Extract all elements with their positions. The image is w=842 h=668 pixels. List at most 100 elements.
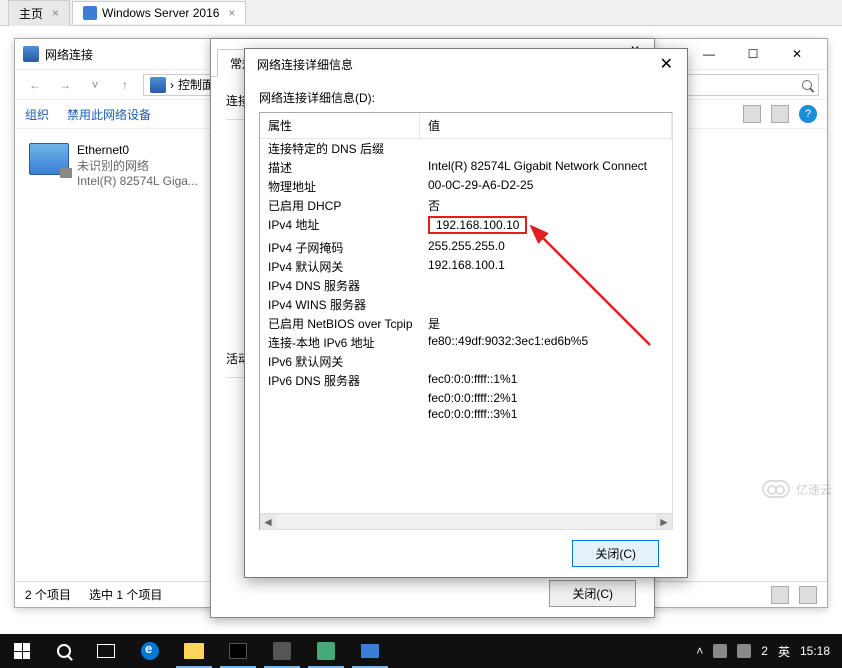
nav-history[interactable]: ˅	[83, 73, 107, 97]
adapter-status: 未识别的网络	[77, 159, 198, 175]
property-cell: 已启用 NetBIOS over Tcpip	[260, 315, 420, 332]
table-row[interactable]: IPv4 默认网关 192.168.100.1	[260, 257, 672, 276]
view-options-icon[interactable]	[743, 105, 761, 123]
edge-icon	[141, 642, 159, 660]
watermark-icon	[762, 480, 790, 498]
ime-indicator[interactable]: 2	[761, 644, 768, 658]
property-cell	[260, 391, 420, 405]
ime-language[interactable]: 英	[778, 643, 790, 660]
cmd-icon	[229, 643, 247, 659]
value-cell: 192.168.100.1	[428, 258, 505, 272]
clock[interactable]: 15:18	[800, 644, 830, 658]
value-cell: 192.168.100.10	[428, 216, 527, 234]
task-view-button[interactable]	[84, 634, 128, 668]
property-cell: IPv6 默认网关	[260, 353, 420, 370]
property-cell: IPv6 DNS 服务器	[260, 372, 420, 389]
details-view-icon[interactable]	[771, 586, 789, 604]
network-icon	[361, 644, 379, 658]
status-item-count: 2 个项目	[25, 586, 71, 603]
adapter-device: Intel(R) 82574L Giga...	[77, 174, 198, 190]
value-cell: fec0:0:0:ffff::2%1	[428, 391, 517, 405]
close-icon[interactable]: ×	[228, 6, 235, 20]
taskbar-server-manager[interactable]	[260, 634, 304, 668]
tab-home[interactable]: 主页 ×	[8, 0, 70, 26]
table-row[interactable]: fec0:0:0:ffff::3%1	[260, 406, 672, 422]
tray-icon[interactable]	[713, 644, 727, 658]
taskbar-edge[interactable]	[128, 634, 172, 668]
taskbar: ˄ 2 英 15:18	[0, 634, 842, 668]
windows-icon	[14, 643, 30, 659]
folder-icon	[184, 643, 204, 659]
icons-view-icon[interactable]	[799, 586, 817, 604]
close-button[interactable]: ✕	[775, 40, 819, 68]
tab-windows-server[interactable]: Windows Server 2016 ×	[72, 1, 246, 24]
value-cell: fec0:0:0:ffff::1%1	[428, 372, 517, 386]
table-row[interactable]: 描述 Intel(R) 82574L Gigabit Network Connec…	[260, 158, 672, 177]
table-row[interactable]: 物理地址00-0C-29-A6-D2-25	[260, 177, 672, 196]
window-title: 网络连接	[45, 46, 93, 63]
start-button[interactable]	[0, 634, 44, 668]
table-row[interactable]: 连接特定的 DNS 后缀	[260, 139, 672, 158]
value-cell: fe80::49df:9032:3ec1:ed6b%5	[428, 334, 588, 348]
property-cell: IPv4 DNS 服务器	[260, 277, 420, 294]
table-row[interactable]: 已启用 DHCP否	[260, 196, 672, 215]
scroll-left-icon[interactable]: ◄	[260, 514, 276, 530]
column-header-property[interactable]: 属性	[260, 113, 420, 138]
value-cell: 是	[428, 317, 440, 331]
app-tabs: 主页 × Windows Server 2016 ×	[0, 0, 842, 26]
close-button[interactable]: ✕	[652, 52, 681, 76]
network-tray-icon[interactable]	[737, 644, 751, 658]
property-cell: IPv4 默认网关	[260, 258, 420, 275]
dialog-title: 网络连接详细信息	[257, 56, 353, 73]
table-row[interactable]: fec0:0:0:ffff::2%1	[260, 390, 672, 406]
taskbar-network[interactable]	[348, 634, 392, 668]
help-icon[interactable]: ?	[799, 105, 817, 123]
close-button[interactable]: 关闭(C)	[572, 540, 659, 567]
table-row[interactable]: IPv4 地址 192.168.100.10	[260, 215, 672, 238]
adapter-icon	[29, 143, 69, 175]
nav-up[interactable]: ↑	[113, 73, 137, 97]
network-icon	[23, 46, 39, 62]
horizontal-scrollbar[interactable]: ◄ ►	[260, 513, 672, 529]
maximize-button[interactable]: ☐	[731, 40, 775, 68]
taskbar-app[interactable]	[304, 634, 348, 668]
close-button[interactable]: 关闭(C)	[549, 580, 636, 607]
preview-pane-icon[interactable]	[771, 105, 789, 123]
watermark: 亿速云	[762, 480, 832, 498]
property-cell: IPv4 子网掩码	[260, 239, 420, 256]
property-cell: 连接特定的 DNS 后缀	[260, 140, 420, 157]
network-icon	[150, 77, 166, 93]
table-row[interactable]: IPv4 WINS 服务器	[260, 295, 672, 314]
nav-forward[interactable]: →	[53, 73, 77, 97]
property-cell: 描述	[260, 159, 420, 176]
table-row[interactable]: 已启用 NetBIOS over Tcpip 是	[260, 314, 672, 333]
nav-back[interactable]: ←	[23, 73, 47, 97]
windows-icon	[83, 6, 97, 20]
property-cell: 已启用 DHCP	[260, 197, 420, 214]
value-cell: Intel(R) 82574L Gigabit Network Connect	[428, 159, 647, 173]
search-button[interactable]	[44, 634, 84, 668]
status-selected: 选中 1 个项目	[89, 586, 162, 603]
property-cell: IPv4 地址	[260, 216, 420, 237]
system-tray: ˄ 2 英 15:18	[696, 643, 842, 660]
table-row[interactable]: IPv4 子网掩码255.255.255.0	[260, 238, 672, 257]
value-cell: fec0:0:0:ffff::3%1	[428, 407, 517, 421]
table-row[interactable]: IPv6 默认网关	[260, 352, 672, 371]
table-row[interactable]: IPv4 DNS 服务器	[260, 276, 672, 295]
taskbar-cmd[interactable]	[216, 634, 260, 668]
disable-device-button[interactable]: 禁用此网络设备	[67, 106, 151, 123]
minimize-button[interactable]: —	[687, 40, 731, 68]
search-icon	[802, 80, 812, 90]
column-header-value[interactable]: 值	[420, 113, 672, 138]
scroll-right-icon[interactable]: ►	[656, 514, 672, 530]
adapter-ethernet0[interactable]: Ethernet0 未识别的网络 Intel(R) 82574L Giga...	[23, 137, 223, 196]
taskbar-explorer[interactable]	[172, 634, 216, 668]
list-label: 网络连接详细信息(D):	[259, 89, 673, 106]
table-row[interactable]: 连接-本地 IPv6 地址 fe80::49df:9032:3ec1:ed6b%5	[260, 333, 672, 352]
close-icon[interactable]: ×	[52, 6, 59, 20]
table-row[interactable]: IPv6 DNS 服务器 fec0:0:0:ffff::1%1	[260, 371, 672, 390]
organize-button[interactable]: 组织	[25, 106, 49, 123]
property-cell: 连接-本地 IPv6 地址	[260, 334, 420, 351]
tray-chevron-icon[interactable]: ˄	[696, 644, 703, 658]
details-list[interactable]: 属性 值 连接特定的 DNS 后缀描述 Intel(R) 82574L Gigab…	[259, 112, 673, 530]
